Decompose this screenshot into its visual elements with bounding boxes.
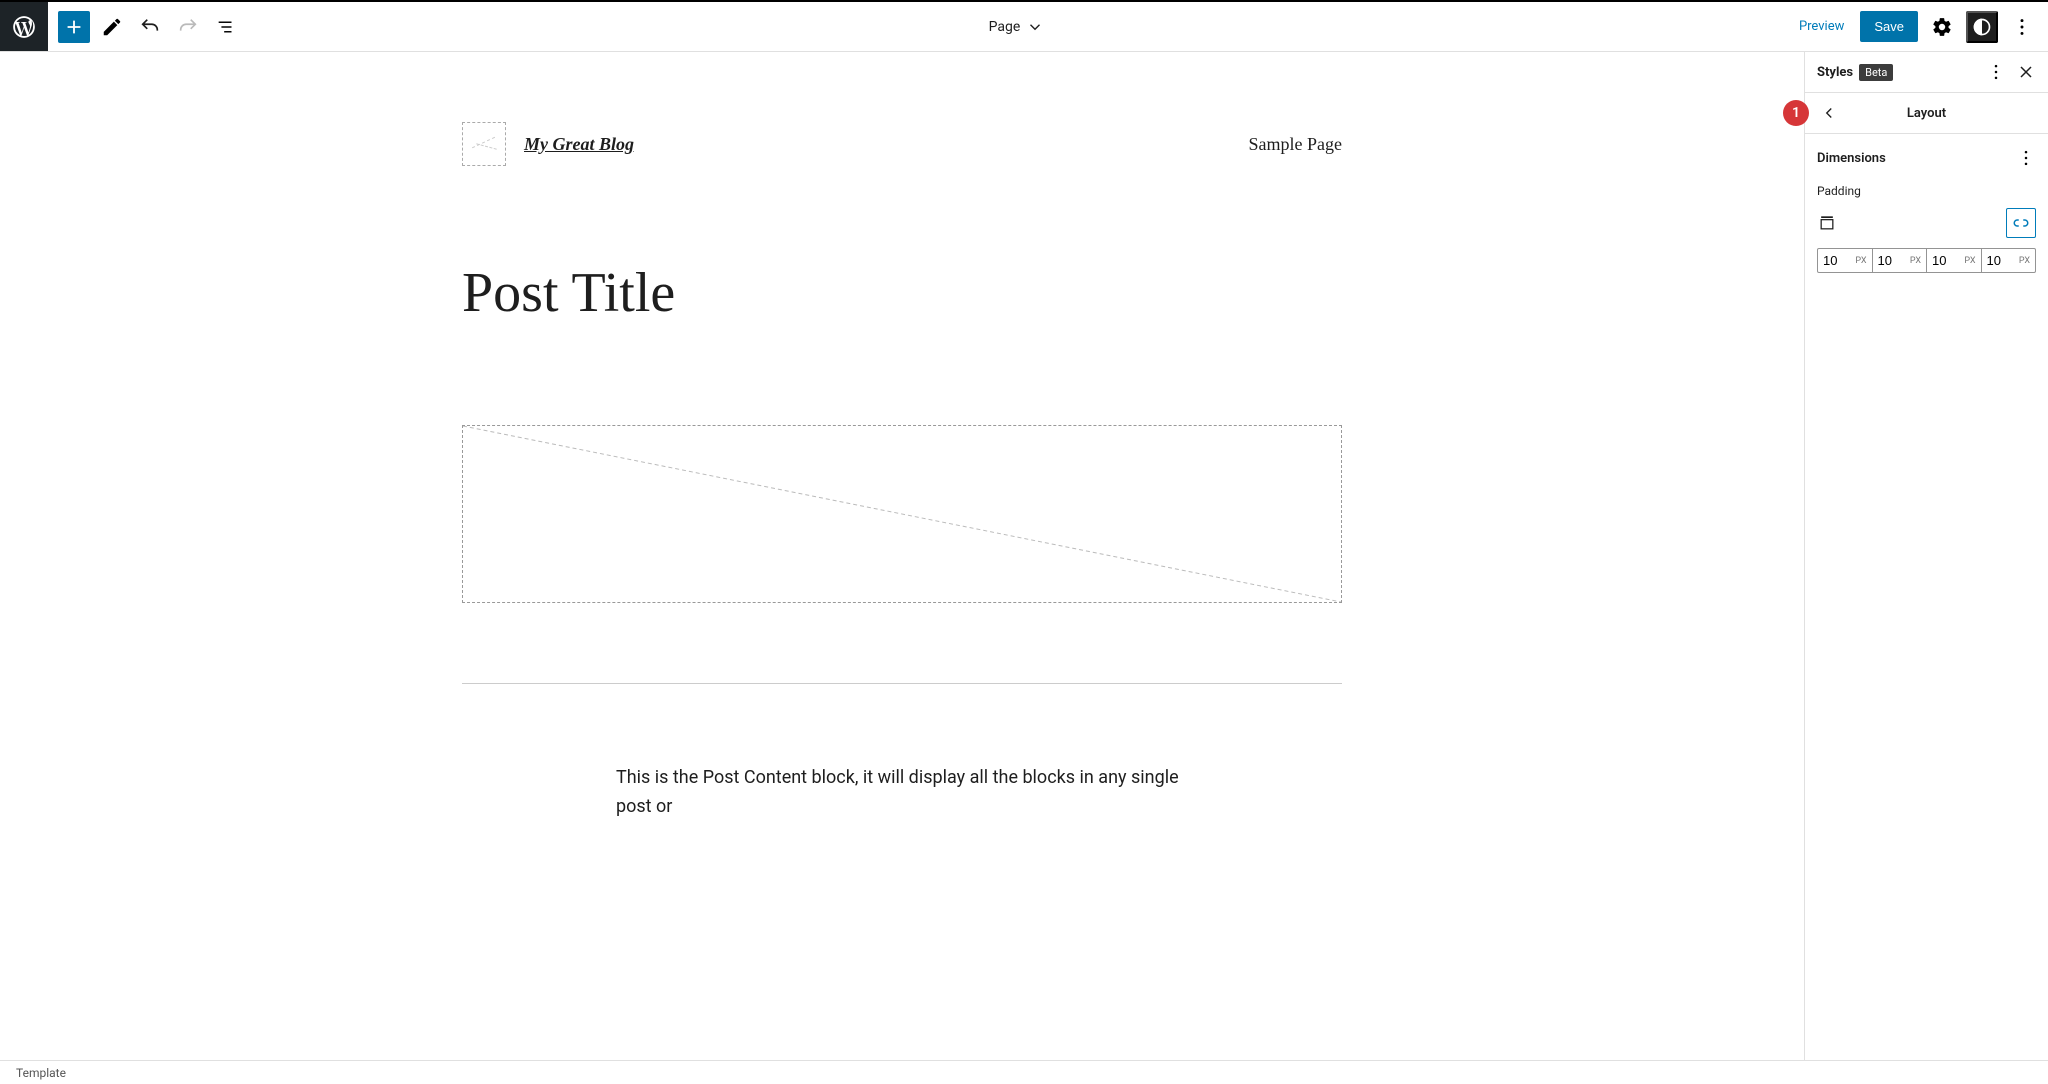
list-view-button[interactable]	[210, 11, 242, 43]
section-title: Layout	[1817, 106, 2036, 121]
padding-left-input[interactable]	[1987, 253, 2015, 268]
beta-badge: Beta	[1859, 64, 1893, 81]
more-options-button[interactable]	[2006, 11, 2038, 43]
sidebar-subheader: 1 Layout	[1805, 93, 2048, 134]
preview-link[interactable]: Preview	[1791, 13, 1852, 40]
chevron-down-icon	[1026, 18, 1044, 36]
undo-button[interactable]	[134, 11, 166, 43]
dimensions-header: Dimensions	[1817, 148, 2036, 168]
save-button[interactable]: Save	[1860, 11, 1918, 42]
main-area: My Great Blog Sample Page Post Title Thi…	[0, 52, 2048, 1060]
padding-mode-row	[1817, 208, 2036, 238]
padding-right-input[interactable]	[1878, 253, 1906, 268]
styles-toggle-button[interactable]	[1966, 11, 1998, 43]
dimensions-label: Dimensions	[1817, 151, 1886, 166]
padding-top-input[interactable]	[1823, 253, 1851, 268]
sidebar-header-left: Styles Beta	[1817, 64, 1893, 81]
unlink-sides-button[interactable]	[2006, 208, 2036, 238]
post-title[interactable]: Post Title	[462, 261, 1342, 325]
top-toolbar: Page Preview Save	[0, 0, 2048, 52]
padding-unit: PX	[1855, 256, 1866, 266]
padding-top-cell: PX	[1818, 249, 1873, 272]
sidebar-header: Styles Beta	[1805, 52, 2048, 93]
site-title[interactable]: My Great Blog	[524, 134, 634, 155]
dimensions-panel: Dimensions Padding PX PX	[1805, 134, 2048, 287]
padding-left-cell: PX	[1982, 249, 2036, 272]
wordpress-logo[interactable]	[0, 2, 48, 51]
redo-button[interactable]	[172, 11, 204, 43]
padding-unit: PX	[2019, 256, 2030, 266]
padding-right-cell: PX	[1873, 249, 1928, 272]
footer-breadcrumb: Template	[0, 1060, 2048, 1084]
sidebar-title: Styles	[1817, 65, 1853, 80]
callout-badge: 1	[1783, 100, 1809, 126]
padding-unit: PX	[1964, 256, 1975, 266]
site-header-block: My Great Blog Sample Page	[462, 122, 1342, 166]
add-block-button[interactable]	[58, 11, 90, 43]
box-side-icon	[1817, 213, 1837, 233]
left-tool-cluster	[48, 11, 252, 43]
sidebar-more-button[interactable]	[1986, 62, 2006, 82]
breadcrumb-item[interactable]: Template	[16, 1066, 66, 1080]
padding-bottom-cell: PX	[1927, 249, 1982, 272]
site-brand: My Great Blog	[462, 122, 634, 166]
document-type-label: Page	[989, 19, 1021, 35]
sidebar-header-right	[1986, 62, 2036, 82]
padding-label: Padding	[1817, 184, 2036, 198]
dimensions-more-button[interactable]	[2016, 148, 2036, 168]
settings-button[interactable]	[1926, 11, 1958, 43]
nav-link-sample-page[interactable]: Sample Page	[1249, 134, 1342, 155]
post-content-block[interactable]: This is the Post Content block, it will …	[462, 764, 1342, 822]
right-tool-cluster: Preview Save	[1781, 11, 2048, 43]
styles-sidebar: Styles Beta 1 Layout Dimensions	[1804, 52, 2048, 1060]
separator[interactable]	[462, 683, 1342, 684]
close-sidebar-button[interactable]	[2016, 62, 2036, 82]
edit-tool-button[interactable]	[96, 11, 128, 43]
document-selector[interactable]: Page	[252, 18, 1781, 36]
padding-inputs: PX PX PX PX	[1817, 248, 2036, 273]
padding-unit: PX	[1910, 256, 1921, 266]
editor-canvas[interactable]: My Great Blog Sample Page Post Title Thi…	[0, 52, 1804, 1060]
canvas-inner: My Great Blog Sample Page Post Title Thi…	[462, 122, 1342, 822]
site-logo-placeholder[interactable]	[462, 122, 506, 166]
featured-image-placeholder[interactable]	[462, 425, 1342, 603]
padding-bottom-input[interactable]	[1932, 253, 1960, 268]
